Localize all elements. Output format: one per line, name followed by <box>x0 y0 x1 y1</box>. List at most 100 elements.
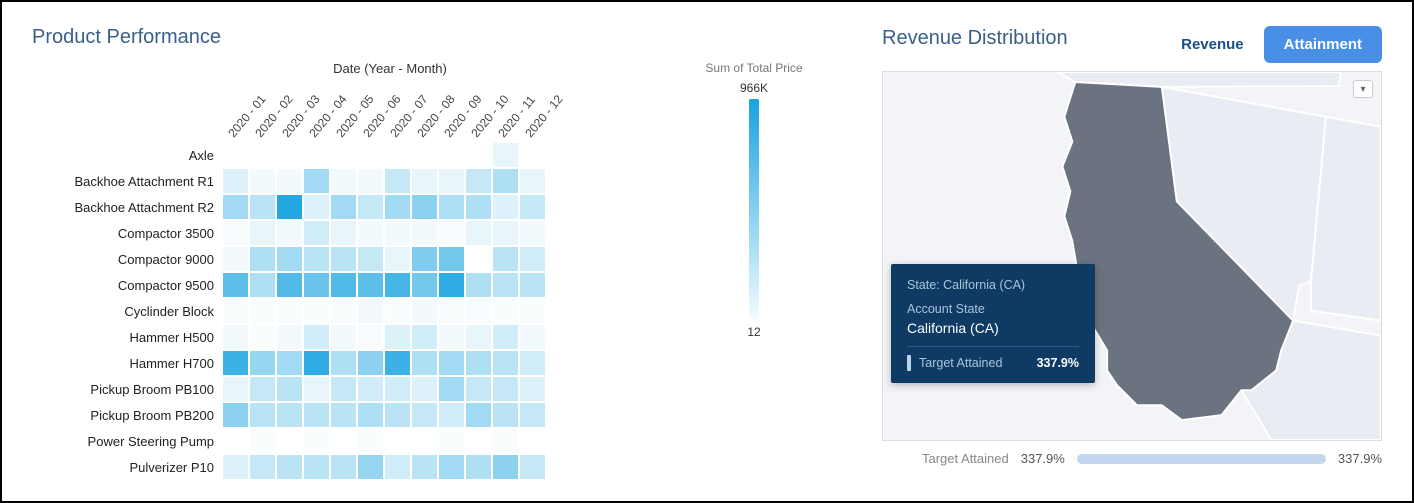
heatmap-cell[interactable] <box>276 298 303 324</box>
heatmap-cell[interactable] <box>492 298 519 324</box>
heatmap-cell[interactable] <box>357 376 384 402</box>
heatmap-cell[interactable] <box>384 246 411 272</box>
heatmap-cell[interactable] <box>330 428 357 454</box>
heatmap-cell[interactable] <box>222 298 249 324</box>
heatmap-cell[interactable] <box>438 350 465 376</box>
heatmap-cell[interactable] <box>465 194 492 220</box>
heatmap-cell[interactable] <box>249 428 276 454</box>
heatmap-cell[interactable] <box>357 402 384 428</box>
heatmap-cell[interactable] <box>438 454 465 480</box>
heatmap-cell[interactable] <box>249 168 276 194</box>
heatmap-cell[interactable] <box>276 220 303 246</box>
heatmap-cell[interactable] <box>465 454 492 480</box>
heatmap-cell[interactable] <box>330 272 357 298</box>
heatmap-cell[interactable] <box>465 298 492 324</box>
heatmap-cell[interactable] <box>465 350 492 376</box>
heatmap-cell[interactable] <box>330 402 357 428</box>
heatmap-cell[interactable] <box>465 324 492 350</box>
heatmap-cell[interactable] <box>357 324 384 350</box>
heatmap-cell[interactable] <box>438 402 465 428</box>
heatmap-cell[interactable] <box>330 454 357 480</box>
heatmap-cell[interactable] <box>519 246 546 272</box>
heatmap-cell[interactable] <box>357 350 384 376</box>
heatmap-cell[interactable] <box>357 428 384 454</box>
heatmap-cell[interactable] <box>411 454 438 480</box>
heatmap-cell[interactable] <box>492 350 519 376</box>
heatmap-cell[interactable] <box>276 246 303 272</box>
heatmap-cell[interactable] <box>330 324 357 350</box>
heatmap-cell[interactable] <box>222 220 249 246</box>
heatmap-cell[interactable] <box>303 272 330 298</box>
heatmap-cell[interactable] <box>492 220 519 246</box>
heatmap-cell[interactable] <box>465 246 492 272</box>
heatmap-cell[interactable] <box>438 194 465 220</box>
heatmap-cell[interactable] <box>384 454 411 480</box>
heatmap-cell[interactable] <box>411 220 438 246</box>
heatmap-cell[interactable] <box>303 324 330 350</box>
heatmap-cell[interactable] <box>438 246 465 272</box>
heatmap-cell[interactable] <box>438 220 465 246</box>
heatmap-cell[interactable] <box>303 428 330 454</box>
heatmap-cell[interactable] <box>492 428 519 454</box>
heatmap-cell[interactable] <box>276 350 303 376</box>
heatmap-cell[interactable] <box>276 142 303 168</box>
heatmap-cell[interactable] <box>276 376 303 402</box>
heatmap-cell[interactable] <box>411 376 438 402</box>
heatmap-cell[interactable] <box>492 376 519 402</box>
heatmap-cell[interactable] <box>249 272 276 298</box>
heatmap-cell[interactable] <box>492 142 519 168</box>
heatmap-cell[interactable] <box>384 402 411 428</box>
heatmap-cell[interactable] <box>411 298 438 324</box>
heatmap-cell[interactable] <box>222 324 249 350</box>
heatmap-cell[interactable] <box>249 350 276 376</box>
heatmap-cell[interactable] <box>519 272 546 298</box>
heatmap-cell[interactable] <box>276 168 303 194</box>
heatmap-cell[interactable] <box>303 402 330 428</box>
map-chart[interactable]: ▾ State: California (CA) Account State C… <box>882 71 1382 441</box>
heatmap-cell[interactable] <box>519 298 546 324</box>
heatmap-cell[interactable] <box>357 220 384 246</box>
heatmap-cell[interactable] <box>438 428 465 454</box>
heatmap-cell[interactable] <box>357 298 384 324</box>
heatmap-cell[interactable] <box>303 376 330 402</box>
heatmap-cell[interactable] <box>465 168 492 194</box>
heatmap-cell[interactable] <box>519 376 546 402</box>
heatmap-cell[interactable] <box>249 142 276 168</box>
toggle-revenue[interactable]: Revenue <box>1161 26 1264 63</box>
heatmap-cell[interactable] <box>465 428 492 454</box>
heatmap-cell[interactable] <box>330 194 357 220</box>
heatmap-cell[interactable] <box>519 324 546 350</box>
heatmap-cell[interactable] <box>411 142 438 168</box>
heatmap-cell[interactable] <box>411 324 438 350</box>
heatmap-cell[interactable] <box>222 376 249 402</box>
heatmap-cell[interactable] <box>411 428 438 454</box>
heatmap-chart[interactable]: Date (Year - Month) 2020 - 012020 - 0220… <box>32 61 554 480</box>
heatmap-cell[interactable] <box>438 298 465 324</box>
heatmap-cell[interactable] <box>384 142 411 168</box>
heatmap-cell[interactable] <box>384 376 411 402</box>
heatmap-cell[interactable] <box>384 272 411 298</box>
heatmap-cell[interactable] <box>330 376 357 402</box>
heatmap-cell[interactable] <box>222 194 249 220</box>
heatmap-cell[interactable] <box>249 246 276 272</box>
heatmap-cell[interactable] <box>276 324 303 350</box>
heatmap-cell[interactable] <box>519 402 546 428</box>
heatmap-cell[interactable] <box>303 246 330 272</box>
heatmap-cell[interactable] <box>222 168 249 194</box>
heatmap-cell[interactable] <box>492 272 519 298</box>
heatmap-cell[interactable] <box>465 272 492 298</box>
heatmap-cell[interactable] <box>519 428 546 454</box>
heatmap-cell[interactable] <box>519 168 546 194</box>
heatmap-cell[interactable] <box>492 194 519 220</box>
heatmap-cell[interactable] <box>411 350 438 376</box>
heatmap-cell[interactable] <box>330 298 357 324</box>
heatmap-cell[interactable] <box>303 142 330 168</box>
heatmap-cell[interactable] <box>330 220 357 246</box>
heatmap-cell[interactable] <box>438 142 465 168</box>
heatmap-cell[interactable] <box>438 272 465 298</box>
heatmap-cell[interactable] <box>276 194 303 220</box>
heatmap-cell[interactable] <box>384 220 411 246</box>
heatmap-cell[interactable] <box>249 376 276 402</box>
heatmap-cell[interactable] <box>249 220 276 246</box>
heatmap-cell[interactable] <box>492 168 519 194</box>
